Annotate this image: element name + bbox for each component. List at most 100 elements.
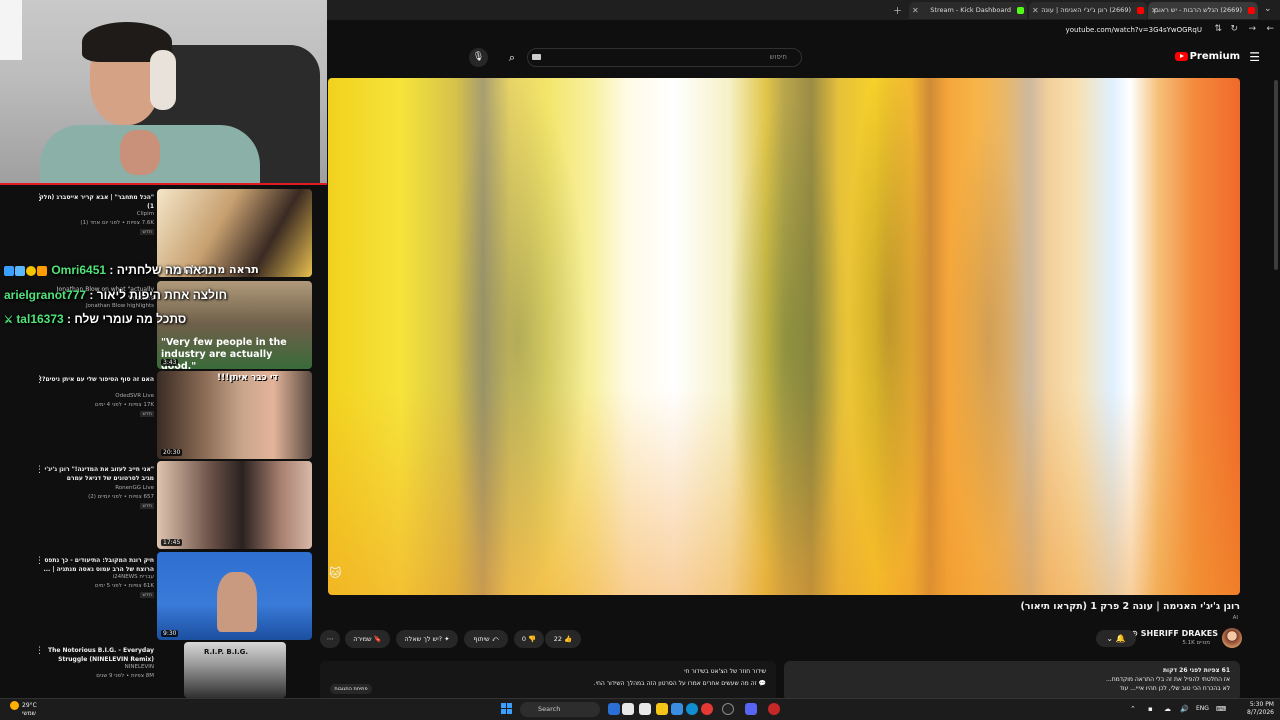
- voice-search-icon[interactable]: 🎙: [469, 48, 488, 67]
- store-icon[interactable]: [671, 703, 683, 715]
- recommendation-title[interactable]: The Notorious B.I.G. - Everyday Struggle…: [34, 646, 154, 664]
- recommendation-channel[interactable]: Jonathan Blow highlights: [86, 303, 154, 309]
- site-settings-icon[interactable]: ⇅: [1214, 24, 1222, 34]
- tray-overflow-icon[interactable]: ⌃: [1130, 705, 1136, 713]
- chrome-icon[interactable]: [701, 703, 713, 715]
- keyboard-icon[interactable]: [532, 54, 541, 60]
- reload-icon[interactable]: ↻: [1230, 24, 1238, 34]
- close-tab-icon[interactable]: ✕: [1032, 2, 1039, 19]
- video-thumbnail[interactable]: 17:45: [157, 461, 312, 549]
- youtube-favicon-icon: [1137, 7, 1144, 14]
- app-icon[interactable]: [768, 703, 780, 715]
- taskbar-search[interactable]: Search: [520, 702, 600, 717]
- volume-icon[interactable]: 🔊: [1180, 705, 1189, 713]
- webcam-window-light: [0, 0, 22, 60]
- tab-youtube-active[interactable]: ✕ (2669) הנלש הרבות - יש ראובן: [1148, 2, 1258, 19]
- hamburger-menu-icon[interactable]: ☰: [1249, 50, 1260, 64]
- edge-icon[interactable]: [686, 703, 698, 715]
- language-indicator[interactable]: ENG: [1196, 705, 1209, 712]
- recommendation-channel[interactable]: RonenGG Live: [115, 485, 154, 491]
- new-badge: חדש: [140, 411, 154, 417]
- video-duration: 9:30: [161, 630, 179, 637]
- recommendation-channel[interactable]: OdedSVR Live: [115, 393, 154, 399]
- save-button[interactable]: שמירה 🔖: [345, 630, 390, 648]
- back-icon[interactable]: ←: [1266, 24, 1274, 34]
- search-icon[interactable]: ⌕: [501, 48, 523, 67]
- video-thumbnail[interactable]: די כבר איתן!!! 20:30: [157, 371, 312, 459]
- more-actions-button[interactable]: ⋯: [320, 630, 340, 648]
- youtube-logo-icon: [1174, 51, 1188, 61]
- description-stats: 61 צפיות לפני 26 דקות: [1162, 667, 1230, 674]
- chat-text: תראה מה שלחתיה: [116, 263, 217, 277]
- new-tab-icon[interactable]: ＋: [893, 4, 902, 17]
- share-label: שיתוף: [473, 635, 490, 643]
- recommendation-meta: 8M צפיות • לפני 9 שנים: [96, 673, 154, 679]
- channel-name[interactable]: ⊙ SHERIFF DRAKES: [1131, 629, 1218, 638]
- recommendation-title[interactable]: "אני חייב לעזוב את המדינה!" רונן ג'יג'י …: [34, 465, 154, 483]
- more-options-icon[interactable]: ⋮: [35, 193, 44, 203]
- tab-kick-dashboard[interactable]: ✕ Stream - Kick Dashboard: [909, 2, 1027, 19]
- search-input[interactable]: חיפוש: [527, 48, 802, 67]
- recommendation-title[interactable]: "הכל מתחבר" | אבא קריר אייסברג (חלק 1): [34, 193, 154, 211]
- dislike-button[interactable]: 0 👎: [514, 630, 544, 648]
- discord-icon[interactable]: [745, 703, 757, 715]
- more-options-icon[interactable]: ⋮: [35, 375, 44, 385]
- recommendation-item[interactable]: די כבר איתן!!! 20:30 האם זה סוף הסיפור ש…: [0, 371, 320, 461]
- recommendation-item[interactable]: R.I.P. B.I.G. The Notorious B.I.G. - Eve…: [0, 642, 320, 698]
- chat-replay-desc-text: זה מה שעשים אחרים אמרו על הסרטון הזה במה…: [593, 680, 757, 687]
- network-icon[interactable]: ☁: [1164, 705, 1171, 713]
- recommendation-channel[interactable]: i24NEWS עברית: [113, 574, 154, 580]
- windows-start-icon[interactable]: [501, 703, 513, 715]
- recommendation-channel[interactable]: Clipim: [137, 211, 154, 217]
- tab-youtube-video[interactable]: ✕ (2669) רונן ג'יג'י האנימה | עונה: [1029, 2, 1147, 19]
- url-field[interactable]: youtube.com/watch?v=3G4sYwOGRqU: [1066, 26, 1202, 34]
- chat-message: ⚔ tal16373 : סתכל מה עומרי שלח: [4, 312, 187, 326]
- thumbnail-caption: "Very few people in the industry are act…: [161, 337, 287, 369]
- description-more[interactable]: לא בהכרח הכי טוב שלי, לכן תהיו אייי... ע…: [794, 684, 1230, 693]
- task-view-icon[interactable]: [608, 703, 620, 715]
- chat-message: arielgranot777 : חולצה אחת היפות ליאור: [4, 288, 227, 302]
- channel-avatar[interactable]: [1222, 628, 1242, 648]
- recommendation-title[interactable]: האם זה סוף הסיפור שלי עם איתן ניסים?!: [34, 375, 154, 384]
- subscribed-bell-button[interactable]: ⌄ 🔔: [1096, 630, 1136, 647]
- notepad-icon[interactable]: [639, 703, 651, 715]
- notifications-icon[interactable]: ⌨: [1216, 705, 1226, 713]
- forward-icon[interactable]: →: [1248, 24, 1256, 34]
- description-box[interactable]: 61 צפיות לפני 26 דקות אז החלטתי להפיל את…: [784, 661, 1240, 701]
- close-tab-icon[interactable]: ✕: [1151, 2, 1158, 19]
- recommendation-item[interactable]: 9:30 חיק רונת המקובל: התיעודים - כך נתפס…: [0, 552, 320, 642]
- dislike-count: 0: [521, 635, 526, 643]
- chat-username: tal16373: [16, 312, 64, 326]
- recommendation-meta: 657 צפיות • לפני יומיים (2): [88, 494, 154, 500]
- video-thumbnail[interactable]: R.I.P. B.I.G.: [184, 642, 286, 698]
- file-explorer-icon[interactable]: [656, 703, 668, 715]
- recommendation-channel[interactable]: NINELEVIN: [125, 664, 154, 670]
- tray-app-icon[interactable]: ▪: [1148, 705, 1153, 713]
- close-tab-icon[interactable]: ✕: [912, 2, 919, 19]
- tab-search-icon[interactable]: ⌄: [1264, 4, 1272, 14]
- sun-icon: [10, 701, 19, 710]
- share-button[interactable]: שיתוף ⤺: [464, 630, 508, 648]
- more-options-icon[interactable]: ⋮: [35, 465, 44, 475]
- widgets-icon[interactable]: [622, 703, 634, 715]
- thumbnail-person: [217, 572, 257, 632]
- video-thumbnail[interactable]: 9:30: [157, 552, 312, 640]
- verified-badge-icon: [4, 265, 14, 276]
- recommendation-meta: 61K צפיות • לפני 5 ימים: [95, 583, 154, 589]
- new-badge: חדש: [140, 592, 154, 598]
- youtube-premium-logo[interactable]: Premium: [1174, 51, 1240, 62]
- page-scrollbar[interactable]: [1274, 80, 1278, 270]
- more-options-icon[interactable]: ⋮: [35, 646, 44, 656]
- recommendation-item[interactable]: 17:45 "אני חייב לעזוב את המדינה!" רונן ג…: [0, 461, 320, 551]
- ask-button[interactable]: יש לך שאלה? ✦: [396, 630, 458, 648]
- video-player[interactable]: [328, 78, 1240, 595]
- open-comments-button[interactable]: פתיחת התגובות: [330, 684, 372, 694]
- like-button[interactable]: 22 👍: [545, 630, 581, 648]
- new-badge: חדש: [140, 503, 154, 509]
- recommendation-title[interactable]: חיק רונת המקובל: התיעודים - כך נתפס הרוצ…: [34, 556, 154, 574]
- weather-widget[interactable]: 29°C שמשי: [10, 701, 37, 718]
- chat-text: סתכל מה עומרי שלח: [74, 312, 187, 326]
- clock[interactable]: 5:30 PM 8/7/2026: [1247, 701, 1274, 717]
- more-options-icon[interactable]: ⋮: [35, 556, 44, 566]
- obs-icon[interactable]: [722, 703, 734, 715]
